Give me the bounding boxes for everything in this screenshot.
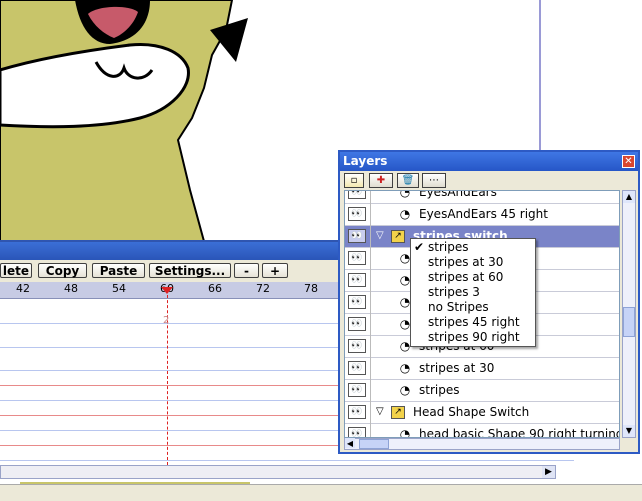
more-options-icon[interactable]: ⋯ bbox=[422, 173, 446, 188]
menu-item[interactable]: stripes 90 right bbox=[411, 330, 535, 345]
visibility-eye-icon[interactable]: 👀 bbox=[348, 207, 366, 221]
visibility-eye-icon[interactable]: 👀 bbox=[348, 191, 366, 199]
row-divider bbox=[370, 380, 371, 402]
visibility-eye-icon[interactable]: 👀 bbox=[348, 361, 366, 375]
menu-item[interactable]: stripes at 30 bbox=[411, 255, 535, 270]
visibility-eye-icon[interactable]: 👀 bbox=[348, 273, 366, 287]
scroll-right-arrow-icon[interactable]: ▶ bbox=[542, 466, 555, 478]
row-divider bbox=[370, 204, 371, 226]
row-divider bbox=[370, 191, 371, 204]
vector-layer-icon: ◔ bbox=[399, 383, 411, 397]
visibility-eye-icon[interactable]: 👀 bbox=[348, 317, 366, 331]
visibility-eye-icon[interactable]: 👀 bbox=[348, 295, 366, 309]
settings-button[interactable]: Settings... bbox=[149, 263, 231, 278]
scrollbar-thumb[interactable] bbox=[359, 439, 389, 449]
expand-triangle-icon[interactable]: ▽ bbox=[376, 406, 384, 417]
close-icon[interactable]: ✕ bbox=[622, 155, 635, 168]
row-divider bbox=[370, 314, 371, 336]
timeline-horizontal-scrollbar[interactable]: ▶ bbox=[0, 465, 556, 479]
zoom-out-button[interactable]: - bbox=[234, 263, 259, 278]
layer-row[interactable]: 👀 ◔ head basic Shape 90 right turning bbox=[345, 424, 620, 438]
menu-item-label: stripes 3 bbox=[428, 285, 480, 299]
vector-layer-icon: ◔ bbox=[399, 361, 411, 375]
new-layer-icon[interactable]: ▫ bbox=[344, 173, 364, 188]
expand-triangle-icon[interactable]: ▽ bbox=[376, 230, 384, 241]
row-divider bbox=[370, 226, 371, 248]
layer-row[interactable]: 👀 ◔ stripes bbox=[345, 380, 619, 402]
menu-item-label: stripes at 60 bbox=[428, 270, 504, 284]
layer-name: stripes at 30 bbox=[419, 361, 495, 375]
row-divider bbox=[370, 424, 371, 437]
copy-button[interactable]: Copy bbox=[38, 263, 87, 278]
menu-item-label: no Stripes bbox=[428, 300, 489, 314]
scroll-left-arrow-icon[interactable]: ◀ bbox=[345, 438, 355, 448]
menu-item[interactable]: stripes 3 bbox=[411, 285, 535, 300]
zoom-in-button[interactable]: + bbox=[262, 263, 288, 278]
row-divider bbox=[370, 336, 371, 358]
switch-layer-icon: ↗ bbox=[391, 230, 405, 243]
layer-row[interactable]: 👀 ◔ EyesAndEars bbox=[345, 190, 619, 204]
current-frame-label: 2 bbox=[163, 315, 170, 326]
row-divider bbox=[370, 358, 371, 380]
layers-horizontal-scrollbar[interactable]: ◀ bbox=[344, 438, 620, 450]
track-separator bbox=[0, 460, 574, 461]
ruler-tick: 42 bbox=[16, 282, 30, 295]
delete-button[interactable]: lete bbox=[0, 263, 32, 278]
trash-icon[interactable]: 🗑 bbox=[397, 173, 419, 188]
visibility-eye-icon[interactable]: 👀 bbox=[348, 405, 366, 419]
ruler-tick: 54 bbox=[112, 282, 126, 295]
layers-toolbar: ▫ ✚ 🗑 ⋯ bbox=[340, 171, 638, 189]
menu-item-label: stripes 90 right bbox=[428, 330, 520, 344]
row-divider bbox=[370, 248, 371, 270]
status-bar bbox=[0, 484, 642, 501]
duplicate-layer-icon[interactable]: ✚ bbox=[369, 173, 393, 188]
vector-layer-icon: ◔ bbox=[399, 427, 411, 438]
layer-name: Head Shape Switch bbox=[413, 405, 530, 419]
vector-layer-icon: ◔ bbox=[399, 207, 411, 221]
visibility-eye-icon[interactable]: 👀 bbox=[348, 383, 366, 397]
ruler-tick: 66 bbox=[208, 282, 222, 295]
row-divider bbox=[370, 292, 371, 314]
row-divider bbox=[370, 270, 371, 292]
layer-row[interactable]: 👀 ▽ ↗ Head Shape Switch bbox=[345, 402, 619, 424]
layer-name: EyesAndEars bbox=[419, 190, 497, 199]
layer-name: EyesAndEars 45 right bbox=[419, 207, 548, 221]
layers-panel-titlebar[interactable]: Layers ✕ bbox=[340, 152, 638, 171]
visibility-eye-icon[interactable]: 👀 bbox=[348, 339, 366, 353]
scroll-down-arrow-icon[interactable]: ▼ bbox=[623, 425, 635, 437]
paste-button[interactable]: Paste bbox=[92, 263, 145, 278]
visibility-eye-icon[interactable]: 👀 bbox=[348, 229, 366, 243]
menu-item[interactable]: no Stripes bbox=[411, 300, 535, 315]
switch-layer-icon: ↗ bbox=[391, 406, 405, 419]
visibility-eye-icon[interactable]: 👀 bbox=[348, 251, 366, 265]
layer-name: head basic Shape 90 right turning bbox=[419, 427, 620, 438]
row-divider bbox=[370, 402, 371, 424]
layer-row[interactable]: 👀 ◔ stripes at 30 bbox=[345, 358, 619, 380]
menu-item[interactable]: ✔ stripes bbox=[411, 240, 535, 255]
visibility-eye-icon[interactable]: 👀 bbox=[348, 427, 366, 437]
ruler-tick: 78 bbox=[304, 282, 318, 295]
menu-item-label: stripes at 30 bbox=[428, 255, 504, 269]
menu-item[interactable]: stripes 45 right bbox=[411, 315, 535, 330]
layers-vertical-scrollbar[interactable]: ▲ ▼ bbox=[622, 190, 636, 438]
ruler-tick: 48 bbox=[64, 282, 78, 295]
menu-item-label: stripes 45 right bbox=[428, 315, 520, 329]
layers-panel-title: Layers bbox=[343, 154, 388, 168]
layer-row[interactable]: 👀 ◔ EyesAndEars 45 right bbox=[345, 204, 619, 226]
menu-item-label: stripes bbox=[428, 240, 469, 254]
menu-item[interactable]: stripes at 60 bbox=[411, 270, 535, 285]
scroll-up-arrow-icon[interactable]: ▲ bbox=[623, 191, 635, 203]
switch-dropdown-menu: ✔ stripes stripes at 30 stripes at 60 st… bbox=[410, 238, 536, 347]
vector-layer-icon: ◔ bbox=[399, 190, 411, 199]
layer-name: stripes bbox=[419, 383, 460, 397]
scrollbar-thumb[interactable] bbox=[623, 307, 635, 337]
checkmark-icon: ✔ bbox=[414, 240, 425, 254]
ruler-tick: 72 bbox=[256, 282, 270, 295]
